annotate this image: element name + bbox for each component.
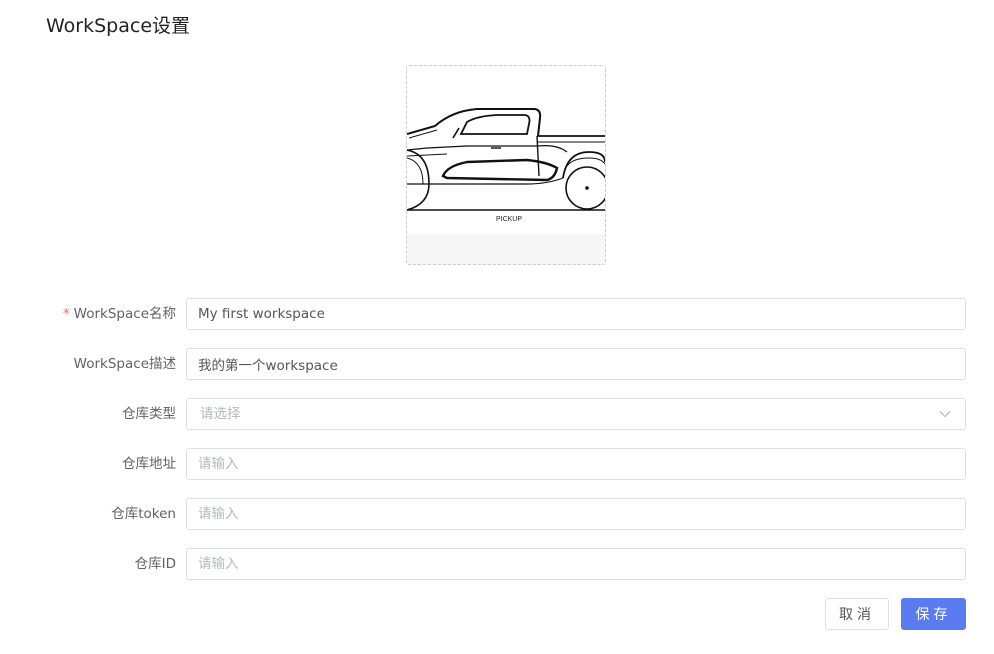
form-row-description: WorkSpace描述 [0,348,994,380]
workspace-image-uploader[interactable]: PICKUP [406,65,606,265]
repo-id-label: 仓库ID [134,556,176,572]
repo-id-input[interactable] [186,548,966,580]
description-label: WorkSpace描述 [73,356,176,372]
repo-type-select[interactable]: 请选择 [186,398,966,430]
repo-token-label: 仓库token [111,506,176,522]
pickup-caption: PICKUP [496,216,522,223]
form-row-name: * WorkSpace名称 [0,298,994,330]
form-row-repo-address: 仓库地址 [0,448,994,480]
required-mark: * [62,306,70,322]
page-title: WorkSpace设置 [46,15,191,37]
repo-token-input[interactable] [186,498,966,530]
pickup-truck-image: PICKUP [407,66,605,264]
cancel-button[interactable]: 取消 [825,598,889,630]
workspace-name-input[interactable] [186,298,966,330]
form-row-repo-type: 仓库类型 请选择 [0,398,994,430]
chevron-down-icon [939,411,951,418]
name-label: * WorkSpace名称 [63,298,176,330]
repo-address-label: 仓库地址 [122,456,176,472]
repo-type-label: 仓库类型 [122,406,176,422]
name-label-text: WorkSpace名称 [73,306,176,322]
workspace-settings-page: WorkSpace设置 PICKUP * WorkSpace名称 My firs… [0,0,994,654]
repo-address-input[interactable] [186,448,966,480]
form-row-repo-id: 仓库ID [0,548,994,580]
form-row-repo-token: 仓库token [0,498,994,530]
save-button[interactable]: 保存 [901,598,966,630]
workspace-description-input[interactable] [186,348,966,380]
repo-type-placeholder: 请选择 [200,406,241,422]
